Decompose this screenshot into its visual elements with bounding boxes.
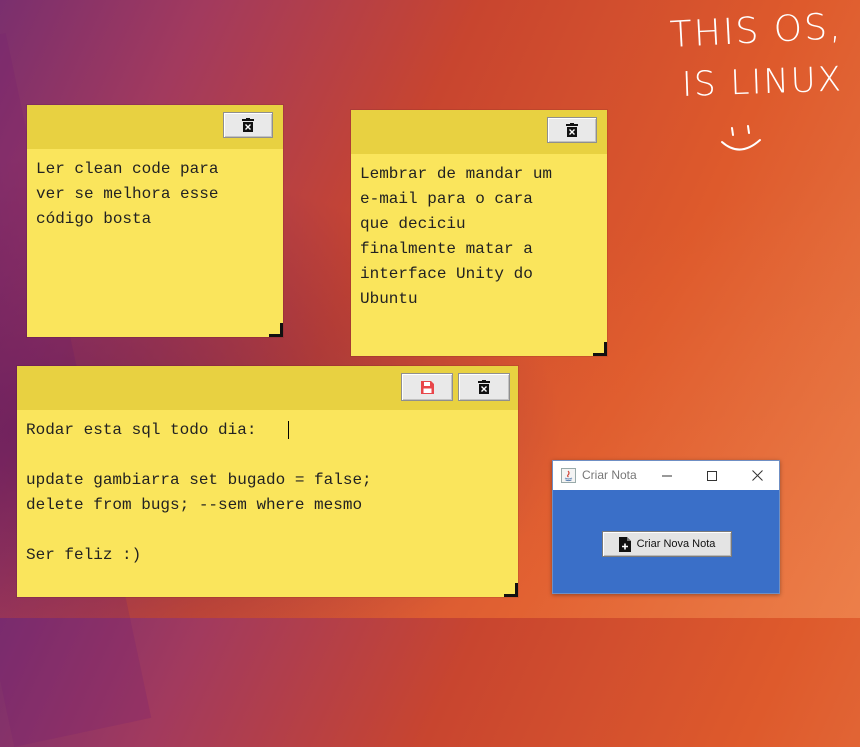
create-note-button[interactable]: Criar Nova Nota xyxy=(602,531,732,557)
close-button[interactable] xyxy=(735,461,779,490)
smiley-drawing xyxy=(721,125,761,151)
save-icon xyxy=(420,380,434,394)
delete-note-button[interactable] xyxy=(547,117,597,143)
save-note-button[interactable] xyxy=(401,373,453,401)
sticky-note-3[interactable]: Rodar esta sql todo dia: update gambiarr… xyxy=(17,366,518,597)
close-icon xyxy=(751,470,763,481)
trash-icon xyxy=(566,123,578,137)
minimize-icon xyxy=(662,475,672,476)
java-icon xyxy=(561,468,576,483)
note-text-editor[interactable]: Rodar esta sql todo dia: update gambiarr… xyxy=(26,418,510,568)
note-text[interactable]: Ler clean code para ver se melhora esse … xyxy=(36,157,275,232)
trash-icon xyxy=(242,118,254,132)
handwriting-line-2: IS LINUX xyxy=(681,59,844,105)
window-title: Criar Nota xyxy=(582,468,637,482)
maximize-button[interactable] xyxy=(690,461,734,490)
new-file-icon xyxy=(618,536,631,552)
wallpaper-handwriting: THIS OS, IS LINUX xyxy=(668,5,858,162)
text-caret xyxy=(288,421,289,439)
handwriting-line-1: THIS OS, xyxy=(668,5,844,56)
resize-handle[interactable] xyxy=(504,583,518,597)
note-text: Rodar esta sql todo dia: update gambiarr… xyxy=(26,421,372,564)
delete-note-button[interactable] xyxy=(223,112,273,138)
sticky-note-1[interactable]: Ler clean code para ver se melhora esse … xyxy=(27,105,283,337)
maximize-icon xyxy=(707,470,717,481)
resize-handle[interactable] xyxy=(593,342,607,356)
criar-nota-window: Criar Nota Criar Nova Nota xyxy=(552,460,780,594)
minimize-button[interactable] xyxy=(645,461,689,490)
create-note-label: Criar Nova Nota xyxy=(636,538,716,550)
trash-icon xyxy=(478,380,490,394)
sticky-note-2[interactable]: Lembrar de mandar um e-mail para o cara … xyxy=(351,110,607,356)
delete-note-button[interactable] xyxy=(458,373,510,401)
resize-handle[interactable] xyxy=(269,323,283,337)
window-title-bar[interactable]: Criar Nota xyxy=(553,461,779,490)
note-text[interactable]: Lembrar de mandar um e-mail para o cara … xyxy=(360,162,599,312)
